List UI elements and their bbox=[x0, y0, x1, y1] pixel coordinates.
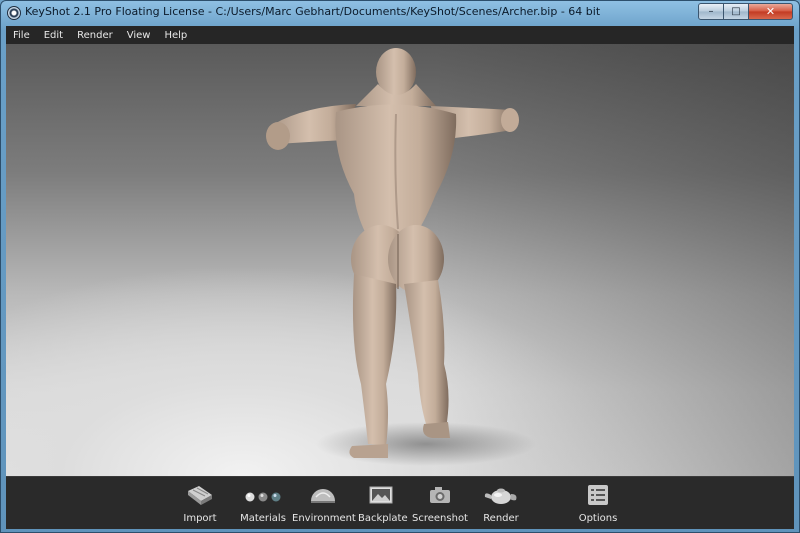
render-label: Render bbox=[483, 513, 519, 524]
render-viewport[interactable] bbox=[6, 44, 794, 476]
options-icon bbox=[588, 485, 608, 505]
maximize-button[interactable]: □ bbox=[724, 3, 749, 20]
environment-button[interactable]: Environment bbox=[292, 483, 356, 525]
minimize-button[interactable]: – bbox=[698, 3, 724, 20]
human-figure-model[interactable] bbox=[6, 44, 794, 476]
materials-button[interactable]: Materials bbox=[238, 483, 288, 525]
window-title: KeyShot 2.1 Pro Floating License - C:/Us… bbox=[25, 5, 601, 18]
render-button[interactable]: Render bbox=[480, 483, 522, 525]
camera-icon bbox=[430, 487, 450, 503]
caption-buttons: – □ ✕ bbox=[698, 3, 793, 20]
keyshot-app-icon[interactable] bbox=[7, 6, 21, 20]
options-button[interactable]: Options bbox=[578, 483, 618, 525]
screenshot-button[interactable]: Screenshot bbox=[412, 483, 468, 525]
backplate-label: Backplate bbox=[358, 513, 408, 524]
menu-file[interactable]: File bbox=[6, 30, 37, 41]
materials-label: Materials bbox=[240, 513, 286, 524]
teapot-icon bbox=[484, 488, 517, 504]
import-button[interactable]: Import bbox=[178, 483, 222, 525]
menu-view[interactable]: View bbox=[120, 30, 158, 41]
materials-icon bbox=[245, 492, 281, 502]
close-button[interactable]: ✕ bbox=[749, 3, 793, 20]
menu-bar: File Edit Render View Help bbox=[6, 26, 794, 44]
menu-render[interactable]: Render bbox=[70, 30, 120, 41]
menu-help[interactable]: Help bbox=[157, 30, 194, 41]
screenshot-label: Screenshot bbox=[412, 513, 468, 524]
backplate-icon bbox=[369, 486, 393, 504]
backplate-button[interactable]: Backplate bbox=[358, 483, 408, 525]
menu-edit[interactable]: Edit bbox=[37, 30, 70, 41]
bottom-toolbar: Import Materials Environment Backplate S… bbox=[6, 476, 794, 529]
options-label: Options bbox=[578, 513, 618, 524]
import-label: Import bbox=[183, 513, 217, 524]
import-icon bbox=[188, 486, 212, 505]
environment-label: Environment bbox=[292, 513, 356, 524]
environment-icon bbox=[311, 489, 335, 503]
app-window: KeyShot 2.1 Pro Floating License - C:/Us… bbox=[0, 0, 800, 533]
title-bar[interactable]: KeyShot 2.1 Pro Floating License - C:/Us… bbox=[1, 1, 799, 25]
